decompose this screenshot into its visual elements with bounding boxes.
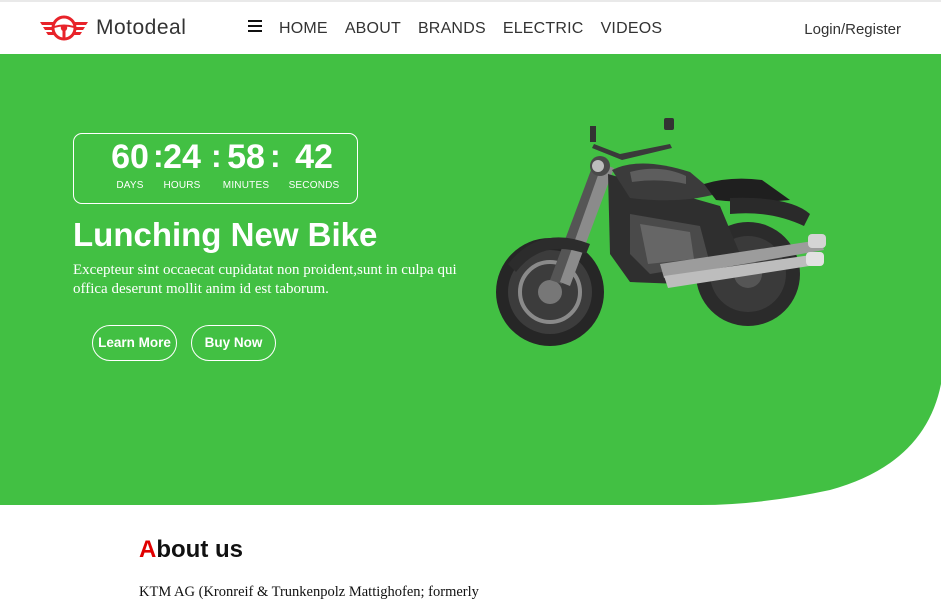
site-header: Motodeal HOME ABOUT BRANDS ELECTRIC VIDE… xyxy=(0,2,941,54)
hours-label: HOURS xyxy=(163,180,201,191)
hero-section: 60 DAYS : 24 HOURS : 58 MINUTES : 42 SEC… xyxy=(0,54,941,505)
about-heading-rest: bout us xyxy=(156,536,243,563)
countdown-seconds: 42 SECONDS xyxy=(277,140,351,191)
buy-now-button[interactable]: Buy Now xyxy=(191,325,276,361)
motorcycle-image xyxy=(496,118,826,346)
nav-item-electric[interactable]: ELECTRIC xyxy=(503,20,584,38)
brand-name: Motodeal xyxy=(96,16,187,39)
nav-item-about[interactable]: ABOUT xyxy=(345,20,401,38)
hamburger-icon[interactable] xyxy=(248,20,262,34)
about-heading-initial: A xyxy=(139,536,157,563)
hero-description: Excepteur sint occaecat cupidatat non pr… xyxy=(73,262,457,297)
nav-item-videos[interactable]: VIDEOS xyxy=(601,20,663,38)
steering-wheel-logo-icon xyxy=(40,15,88,41)
login-register-link[interactable]: Login/Register xyxy=(804,21,901,38)
hero-title: Lunching New Bike xyxy=(73,216,378,253)
countdown-hours: 24 HOURS xyxy=(157,140,207,191)
hours-value: 24 xyxy=(163,138,201,176)
seconds-value: 42 xyxy=(295,138,333,176)
logo[interactable]: Motodeal xyxy=(38,14,186,42)
nav-item-home[interactable]: HOME xyxy=(279,20,328,38)
days-value: 60 xyxy=(111,138,149,176)
minutes-label: MINUTES xyxy=(222,180,270,191)
countdown-days: 60 DAYS xyxy=(105,140,155,191)
days-label: DAYS xyxy=(116,180,144,191)
learn-more-button[interactable]: Learn More xyxy=(92,325,177,361)
countdown-timer: 60 DAYS : 24 HOURS : 58 MINUTES : 42 SEC… xyxy=(73,133,358,204)
nav-item-brands[interactable]: BRANDS xyxy=(418,20,486,38)
about-text: KTM AG (Kronreif & Trunkenpolz Mattighof… xyxy=(139,584,479,600)
about-heading: About us xyxy=(139,536,243,564)
seconds-label: SECONDS xyxy=(288,180,340,191)
main-nav: HOME ABOUT BRANDS ELECTRIC VIDEOS xyxy=(279,20,679,38)
